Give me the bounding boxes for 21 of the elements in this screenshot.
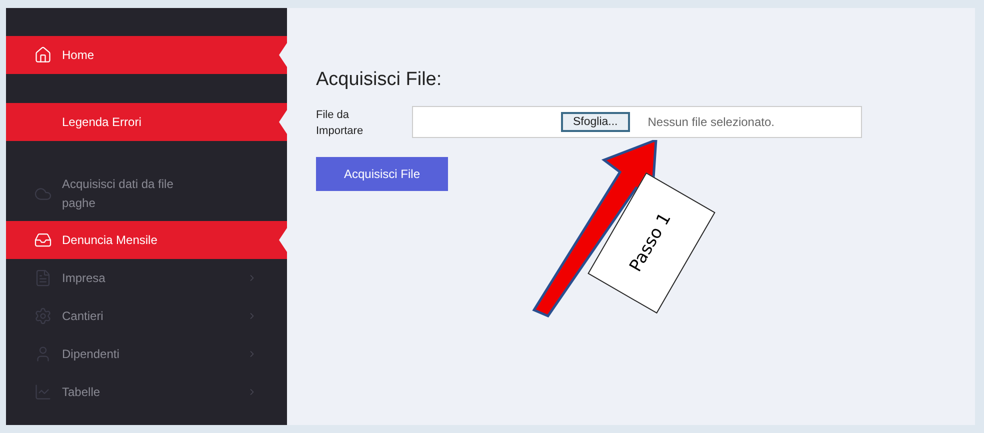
document-icon [34,269,52,287]
person-icon [34,345,52,363]
home-icon [34,46,52,64]
browse-button[interactable]: Sfoglia... [561,112,630,132]
file-input[interactable]: Sfoglia... Nessun file selezionato. [412,106,862,138]
sidebar-item[interactable]: Denuncia Mensile [6,221,287,259]
tray-icon [34,231,52,249]
gear-icon [34,307,52,325]
page-title: Acquisisci File: [316,68,443,92]
sidebar-item[interactable]: Dipendenti [6,335,287,373]
sidebar-item[interactable]: Cantieri [6,297,287,335]
sidebar-item[interactable]: Impresa [6,259,287,297]
sidebar-item[interactable]: Tabelle [6,373,287,411]
sidebar-item[interactable]: Home [6,36,287,74]
sidebar-item[interactable]: Legenda Errori [6,103,287,141]
sidebar-item[interactable]: Acquisisci dati da file paghe [6,171,287,217]
submit-button[interactable]: Acquisisci File [316,156,448,190]
cloud-icon [34,185,52,203]
field-label: File da Importare [316,108,364,138]
chart-icon [34,383,52,401]
file-status: Nessun file selezionato. [648,114,774,130]
